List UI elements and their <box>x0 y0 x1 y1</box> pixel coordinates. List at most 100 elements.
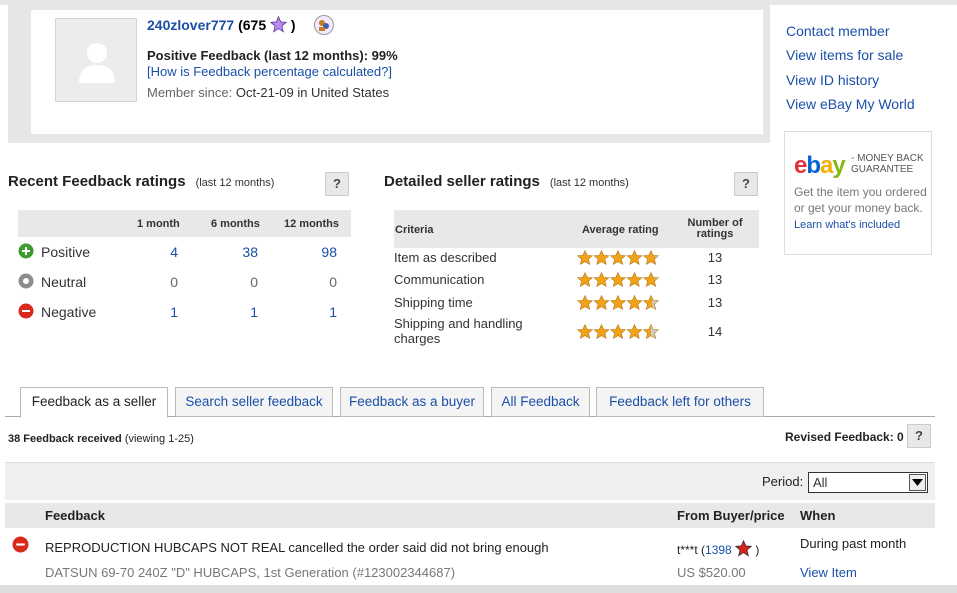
positive-feedback-percent: Positive Feedback (last 12 months): 99% <box>147 48 398 63</box>
member-since-date: Oct-21-09 <box>235 85 294 100</box>
star-icon <box>626 323 643 340</box>
star-rating <box>576 271 661 291</box>
avatar <box>55 18 137 102</box>
table-row: REPRODUCTION HUBCAPS NOT REAL cancelled … <box>5 530 935 585</box>
stars-icon <box>576 323 660 340</box>
star-icon <box>609 249 627 266</box>
criteria-label: Shipping time <box>394 295 473 310</box>
star-icon <box>609 323 627 340</box>
profile-card: 240zlover777 (675 ) Positive Feedback (l… <box>31 10 763 134</box>
view-id-history-link[interactable]: View ID history <box>786 68 915 92</box>
neutral-circle-icon <box>18 273 34 289</box>
rating-count: 13 <box>707 295 723 310</box>
period-value: All <box>813 475 828 490</box>
star-icon <box>642 271 660 288</box>
buyer-score-close: ) <box>755 543 760 557</box>
profile-panel: 240zlover777 (675 ) Positive Feedback (l… <box>8 5 770 143</box>
contact-member-link[interactable]: Contact member <box>786 19 915 43</box>
tab-feedback-as-seller[interactable]: Feedback as a seller <box>20 387 168 418</box>
neutral-6-months: 0 <box>250 274 258 290</box>
revised-feedback: Revised Feedback: 0 <box>785 430 904 444</box>
positive-1-month[interactable]: 4 <box>138 244 178 260</box>
period-select[interactable]: All <box>808 472 928 493</box>
score-close: ) <box>290 17 296 33</box>
feedback-percentage-help-link[interactable]: [How is Feedback percentage calculated?] <box>147 64 392 79</box>
recent-feedback-title: Recent Feedback ratings (last 12 months) <box>8 173 275 190</box>
stars-icon <box>576 271 660 288</box>
col-12-months: 12 months <box>284 218 340 230</box>
ebay-logo: ebay <box>794 152 846 179</box>
col-number-of-ratings: Number of ratings <box>687 217 743 240</box>
view-items-for-sale-link[interactable]: View items for sale <box>786 43 915 67</box>
rating-row: Item as described 13 <box>394 249 759 271</box>
tab-search-seller-feedback[interactable]: Search seller feedback <box>175 387 333 417</box>
recent-feedback-help-button[interactable]: ? <box>325 172 349 196</box>
member-since-label: Member since: <box>147 85 233 100</box>
me-page-icon[interactable] <box>314 15 334 35</box>
detailed-ratings-title: Detailed seller ratings (last 12 months) <box>384 173 629 190</box>
stars-icon <box>576 294 660 311</box>
negative-minus-icon <box>18 303 34 319</box>
star-rating <box>576 249 661 269</box>
star-icon <box>593 323 610 340</box>
negative-6-months[interactable]: 1 <box>218 304 258 320</box>
col-6-months: 6 months <box>211 218 260 230</box>
star-icon <box>576 271 594 288</box>
rating-row: Shipping and handling charges 14 <box>394 316 759 348</box>
star-icon <box>576 294 594 311</box>
money-back-guarantee-box[interactable]: ebay - MONEY BACK GUARANTEE Get the item … <box>784 131 932 255</box>
negative-minus-icon <box>12 536 29 553</box>
neutral-1-month: 0 <box>170 274 178 290</box>
col-1-month: 1 month <box>137 218 180 230</box>
revised-feedback-help-button[interactable]: ? <box>907 424 931 448</box>
col-when: When <box>800 508 836 523</box>
star-icon <box>642 294 660 311</box>
guarantee-description: Get the item you ordered or get your mon… <box>794 185 927 215</box>
purple-star-icon[interactable] <box>270 16 287 33</box>
buyer-score[interactable]: 1398 <box>705 543 732 557</box>
tab-feedback-left-for-others[interactable]: Feedback left for others <box>596 387 764 417</box>
star-icon <box>609 294 627 311</box>
negative-12-months[interactable]: 1 <box>297 304 337 320</box>
recent-feedback-header: 1 month 6 months 12 months <box>18 210 351 237</box>
rating-row: Communication 13 <box>394 271 759 293</box>
col-average-rating: Average rating <box>582 224 659 236</box>
col-feedback: Feedback <box>45 508 105 523</box>
view-my-world-link[interactable]: View eBay My World <box>786 92 915 116</box>
feedback-item: DATSUN 69-70 240Z "D" HUBCAPS, 1st Gener… <box>45 565 456 580</box>
chevron-down-icon[interactable] <box>909 474 926 491</box>
rating-row: Shipping time 13 <box>394 294 759 316</box>
item-price: US $520.00 <box>677 565 746 580</box>
learn-whats-included-link[interactable]: Learn what's included <box>794 219 900 231</box>
star-rating <box>576 323 661 343</box>
negative-1-month[interactable]: 1 <box>138 304 178 320</box>
feedback-table-header: Feedback From Buyer/price When <box>5 503 935 528</box>
star-icon <box>576 323 594 340</box>
rating-count: 13 <box>707 272 723 287</box>
positive-row: Positive 4 38 98 <box>18 237 351 267</box>
star-icon <box>576 249 594 266</box>
rating-count: 14 <box>707 324 723 339</box>
feedback-comment: REPRODUCTION HUBCAPS NOT REAL cancelled … <box>45 540 549 555</box>
neutral-row: Neutral 0 0 0 <box>18 267 351 297</box>
neutral-12-months: 0 <box>329 274 337 290</box>
star-icon <box>642 249 660 266</box>
buyer-id: t***t <box>677 543 698 557</box>
col-criteria: Criteria <box>395 224 434 236</box>
bottom-strip <box>0 585 957 593</box>
side-links: Contact member View items for sale View … <box>786 19 915 116</box>
username-link[interactable]: 240zlover777 <box>147 17 234 33</box>
red-star-icon[interactable] <box>735 540 753 557</box>
tab-feedback-as-buyer[interactable]: Feedback as a buyer <box>340 387 484 417</box>
star-icon <box>593 294 610 311</box>
positive-12-months[interactable]: 98 <box>297 244 337 260</box>
period-label: Period: <box>762 474 804 489</box>
detailed-ratings-help-button[interactable]: ? <box>734 172 758 196</box>
positive-6-months[interactable]: 38 <box>218 244 258 260</box>
star-icon <box>609 271 627 288</box>
buyer: t***t (1398 ) <box>677 540 759 557</box>
view-item-link[interactable]: View Item <box>800 565 857 580</box>
feedback-score[interactable]: 675 <box>243 17 266 33</box>
star-icon <box>626 249 643 266</box>
tab-all-feedback[interactable]: All Feedback <box>491 387 590 417</box>
